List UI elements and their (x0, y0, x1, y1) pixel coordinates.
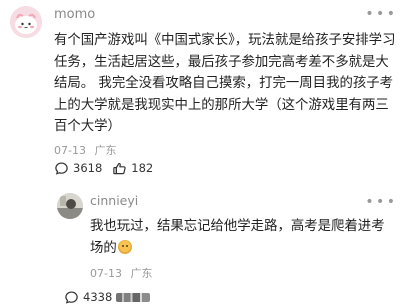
avatar-illustration-icon (10, 6, 42, 38)
smile-emoji-icon (117, 239, 132, 254)
avatar[interactable] (10, 6, 42, 38)
comment-location: 广东 (94, 144, 117, 157)
reply-count: 3618 (73, 161, 103, 175)
comment-icon (65, 290, 78, 304)
ellipsis-icon[interactable]: • • • (365, 194, 395, 210)
ellipsis-icon[interactable]: • • • (365, 6, 395, 22)
reply-text-content: 我也玩过，结果忘记给他学走路，高考是爬着进考场的 (90, 219, 385, 256)
comment-username[interactable]: momo (54, 7, 95, 22)
reply-text: 我也玩过，结果忘记给他学走路，高考是爬着进考场的 (90, 216, 390, 259)
like-action[interactable]: 182 (112, 161, 153, 176)
reply-meta: 07-13 广东 (90, 265, 152, 281)
like-icon (113, 162, 126, 174)
reply-actions: 4338 (64, 289, 151, 305)
reply-reply-count: 4338 (83, 290, 113, 304)
comment-text: 有个国产游戏叫《中国式家长》，玩法就是给孩子安排学习任务，生活起居这些，最后孩子… (54, 33, 396, 134)
comment-meta: 07-13 广东 (54, 142, 116, 158)
comment-actions: 3618 182 (54, 160, 153, 176)
reply-avatar-photo-icon (57, 193, 83, 219)
like-count: 182 (131, 161, 154, 175)
reply-avatar[interactable] (57, 193, 83, 219)
reply-action[interactable]: 3618 (54, 161, 102, 176)
comment-date: 07-13 (54, 144, 86, 157)
reply-date: 07-13 (90, 267, 122, 280)
comment-icon (55, 161, 68, 175)
obscured-region (116, 292, 151, 302)
reply-username[interactable]: cinnieyi (90, 193, 138, 208)
reply-reply-action[interactable]: 4338 (64, 290, 112, 305)
reply-location: 广东 (130, 267, 153, 280)
